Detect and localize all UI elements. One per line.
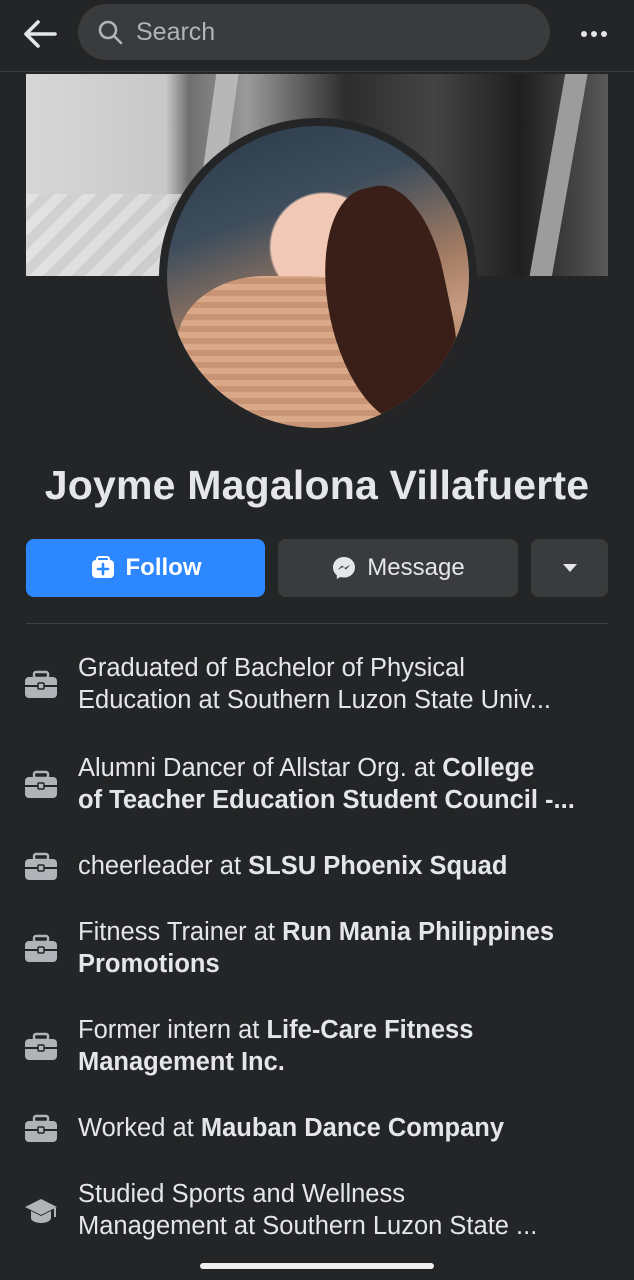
message-label: Message <box>367 554 465 581</box>
messenger-icon <box>331 555 357 581</box>
detail-link[interactable]: Management Inc. <box>78 1046 598 1078</box>
avatar-image <box>167 126 469 428</box>
detail-link[interactable]: Mauban Dance Company <box>201 1114 504 1142</box>
profile-picture[interactable] <box>159 118 477 436</box>
search-input[interactable] <box>136 17 516 47</box>
message-button[interactable]: Message <box>278 539 518 597</box>
briefcase-icon <box>24 932 58 966</box>
graduation-cap-icon <box>24 1194 58 1228</box>
divider <box>26 623 608 624</box>
search-bar[interactable] <box>78 4 550 60</box>
more-horizontal-icon <box>581 31 587 37</box>
briefcase-icon <box>24 1112 58 1146</box>
back-button[interactable] <box>18 12 62 56</box>
detail-link[interactable]: Run Mania Philippines <box>282 918 554 946</box>
profile-name: Joyme Magalona Villafuerte <box>44 462 590 508</box>
caret-down-icon <box>562 564 577 572</box>
follow-icon <box>90 555 116 581</box>
briefcase-icon <box>24 668 58 702</box>
detail-link[interactable]: Life-Care Fitness <box>266 1016 473 1044</box>
profile-actions: Follow Message <box>26 539 608 599</box>
detail-link[interactable]: College <box>442 754 534 782</box>
follow-label: Follow <box>125 554 202 581</box>
detail-link[interactable]: Promotions <box>78 948 598 980</box>
search-icon <box>96 18 124 46</box>
follow-button[interactable]: Follow <box>26 539 265 597</box>
briefcase-icon <box>24 850 58 884</box>
more-actions-button[interactable] <box>531 539 608 597</box>
more-options-button[interactable] <box>572 14 616 54</box>
detail-link[interactable]: SLSU Phoenix Squad <box>248 852 507 880</box>
briefcase-icon <box>24 1030 58 1064</box>
briefcase-icon <box>24 768 58 802</box>
top-bar <box>0 0 634 72</box>
detail-link[interactable]: of Teacher Education Student Council -..… <box>78 784 598 816</box>
arrow-left-icon <box>24 20 57 48</box>
home-indicator <box>200 1263 434 1269</box>
